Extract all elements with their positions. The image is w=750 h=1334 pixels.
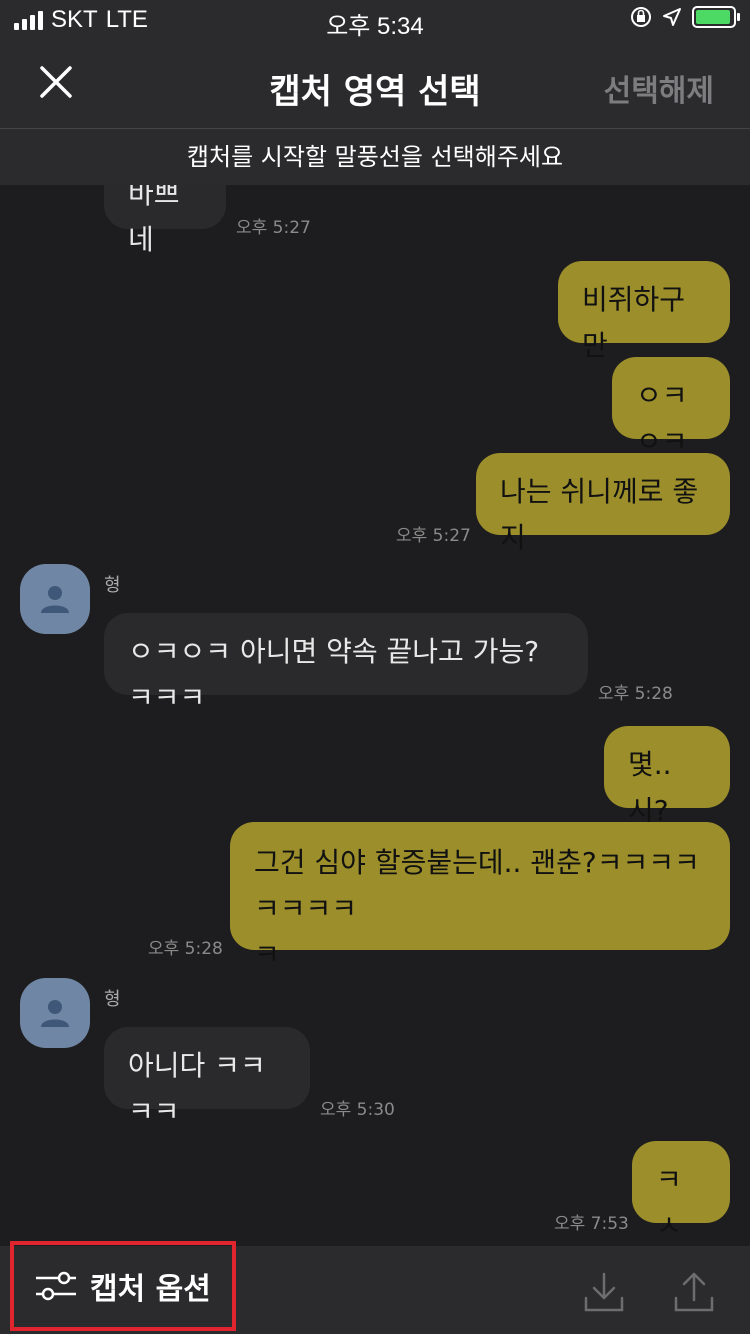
download-icon[interactable] [582,1270,626,1314]
location-icon [663,8,681,26]
message-time: 오후 5:27 [236,218,311,238]
message-bubble[interactable]: ㅋㅅㅋ [632,1141,730,1242]
message-text: ㅇㅋㅇㅋ [636,379,688,458]
battery-icon [692,6,740,28]
status-bar: SKT LTE 오후 5:34 [0,0,750,40]
message-time: 오후 5:30 [320,1100,395,1120]
message-text: 아니다 ㅋㅋㅋㅋ [128,1049,266,1128]
message-bubble[interactable]: 바쁘네 [104,185,226,256]
chat-area: 바쁘네 오후 5:27 비쥐하구만 ㅇㅋㅇㅋ 나는 쉬니께로 좋지 오후 5:2… [0,185,750,1246]
message-time: 오후 7:53 [554,1214,629,1234]
message-text: 바쁘네 [128,185,180,256]
message-time: 오후 5:27 [396,526,471,546]
share-icon[interactable] [672,1270,716,1314]
header: 캡처 영역 선택 선택해제 [0,40,750,129]
message-text: 나는 쉬니께로 좋지 [500,475,699,554]
message-text: 그건 심야 할증붙는데.. 괜춘?ㅋㅋㅋㅋㅋㅋㅋㅋ [254,846,700,925]
sender-name: 형 [104,575,121,596]
avatar[interactable] [20,564,90,634]
message-bubble[interactable]: 몇..시? [604,726,730,827]
avatar[interactable] [20,978,90,1048]
sender-name: 형 [104,989,121,1010]
message-text: ㅋㅅㅋ [656,1163,682,1242]
capture-option-button[interactable]: 캡처 옵션 [10,1241,236,1331]
message-bubble[interactable]: 아니다 ㅋㅋㅋㅋ [104,1027,310,1128]
message-text: ㅋ [254,938,280,971]
message-time: 오후 5:28 [148,939,223,959]
message-bubble[interactable]: ㅇㅋㅇㅋ [612,357,730,458]
sliders-icon [36,1271,76,1301]
message-bubble[interactable]: 나는 쉬니께로 좋지 [476,453,730,554]
message-text: 몇..시? [628,748,672,827]
status-right [630,6,740,28]
message-time: 오후 5:28 [598,684,673,704]
instruction-bar: 캡처를 시작할 말풍선을 선택해주세요 [0,129,750,185]
message-text: ㅇㅋㅇㅋ 아니면 약속 끝나고 가능? ㅋㅋㅋ [128,635,540,714]
message-bubble[interactable]: 비쥐하구만 [558,261,730,362]
capture-option-label: 캡처 옵션 [90,1272,211,1307]
rotation-lock-icon [631,7,651,27]
person-icon [41,586,69,613]
person-icon [41,1000,69,1027]
deselect-button[interactable]: 선택해제 [604,66,714,110]
message-bubble[interactable]: 그건 심야 할증붙는데.. 괜춘?ㅋㅋㅋㅋㅋㅋㅋㅋ ㅋ [230,822,730,971]
bottom-toolbar: 캡처 옵션 [0,1241,750,1334]
message-bubble[interactable]: ㅇㅋㅇㅋ 아니면 약속 끝나고 가능? ㅋㅋㅋ [104,613,588,714]
message-text: 비쥐하구만 [582,283,686,362]
